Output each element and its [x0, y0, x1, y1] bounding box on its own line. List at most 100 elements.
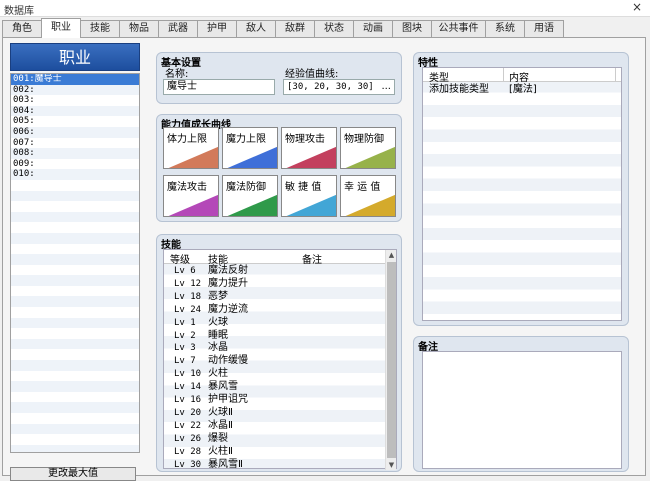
class-list-item[interactable]: 002: [11, 84, 139, 96]
skill-name: 爆裂 [208, 432, 228, 444]
class-list-item[interactable]: 008: [11, 148, 139, 159]
class-list-item[interactable] [11, 265, 139, 276]
scroll-up-icon[interactable]: ▲ [386, 250, 397, 260]
tab-2[interactable]: 技能 [80, 20, 120, 38]
tab-12[interactable]: 系统 [485, 20, 525, 38]
class-list-item[interactable] [11, 201, 139, 212]
class-list-item[interactable] [11, 307, 139, 318]
note-textarea[interactable] [422, 351, 622, 469]
class-list-item[interactable]: 006: [11, 126, 139, 138]
class-list-item[interactable] [11, 190, 139, 202]
skills-scrollbar[interactable]: ▲ ▼ [385, 250, 396, 470]
skill-row[interactable]: Lv 30 暴风雪Ⅱ [164, 459, 384, 471]
exp-curve-field[interactable]: [30, 20, 30, 30] ... [283, 79, 395, 95]
class-list-item[interactable]: 001:魔导士 [11, 74, 139, 85]
class-list-item[interactable] [11, 275, 139, 286]
class-list-item[interactable] [11, 286, 139, 297]
title-bar: 数据库 × [0, 0, 650, 17]
class-list-item[interactable] [11, 328, 139, 339]
traits-table[interactable]: 类型 内容 添加技能类型 [魔法] [422, 67, 622, 321]
growth-curve-button[interactable]: 物理防御 [340, 127, 396, 169]
class-list-item[interactable] [11, 413, 139, 424]
class-list-item[interactable]: 009: [11, 159, 139, 170]
scroll-down-icon[interactable]: ▼ [386, 460, 397, 470]
tab-10[interactable]: 图块 [392, 20, 432, 38]
class-list-item[interactable] [11, 211, 139, 223]
class-list-item[interactable] [11, 244, 139, 255]
class-list-item[interactable] [11, 371, 139, 382]
growth-curve-button[interactable]: 魔法攻击 [163, 175, 219, 217]
basic-settings-panel: 基本设置 名称: 魔导士 经验值曲线: [30, 20, 30, 30] ... [156, 52, 402, 104]
skill-row[interactable]: Lv 12 魔力提升 [164, 278, 384, 290]
tab-3[interactable]: 物品 [119, 20, 159, 38]
class-list-item[interactable] [11, 349, 139, 360]
tab-13[interactable]: 用语 [524, 20, 564, 38]
skill-row[interactable]: Lv 2 睡眠 [164, 330, 384, 342]
tab-6[interactable]: 敌人 [236, 20, 276, 38]
skill-row[interactable]: Lv 22 冰晶Ⅱ [164, 420, 384, 432]
class-list-item[interactable] [11, 381, 139, 392]
class-list-item[interactable]: 007: [11, 138, 139, 149]
skill-level: Lv 24 [174, 304, 202, 315]
exp-curve-value: [30, 20, 30, 30] [287, 82, 374, 92]
col-divider [615, 68, 616, 82]
skill-row[interactable]: Lv 26 爆裂 [164, 433, 384, 445]
skill-row[interactable]: Lv 6 魔法反射 [164, 265, 384, 277]
skills-table-header: 等级 技能 备注 [164, 250, 396, 266]
change-max-button[interactable]: 更改最大值 [10, 467, 136, 481]
skill-name: 暴风雪Ⅱ [208, 458, 243, 470]
class-list-item[interactable] [11, 392, 139, 403]
growth-curve-button[interactable]: 魔法防御 [222, 175, 278, 217]
tab-11[interactable]: 公共事件 [431, 20, 486, 38]
class-list-item[interactable] [11, 254, 139, 265]
class-list-item[interactable] [11, 296, 139, 308]
class-list-item[interactable] [11, 180, 139, 191]
growth-curve-button[interactable]: 体力上限 [163, 127, 219, 169]
skill-level: Lv 16 [174, 395, 202, 405]
tab-1[interactable]: 职业 [41, 18, 81, 38]
skill-row[interactable]: Lv 7 动作缓慢 [164, 355, 384, 367]
class-list[interactable]: 001:魔导士 002: 003: 004: 005: 006: 007: 008: 009: 0… [10, 73, 140, 453]
class-list-item[interactable] [11, 222, 139, 233]
exp-curve-button[interactable]: ... [381, 80, 391, 94]
tab-0[interactable]: 角色 [2, 20, 42, 38]
tab-5[interactable]: 护甲 [197, 20, 237, 38]
col-skill: 技能 [208, 255, 228, 266]
tab-7[interactable]: 敌群 [275, 20, 315, 38]
class-list-item[interactable] [11, 434, 139, 445]
class-list-item[interactable] [11, 232, 139, 244]
name-field[interactable]: 魔导士 [163, 79, 275, 95]
skill-row[interactable]: Lv 1 火球 [164, 317, 384, 329]
class-list-item[interactable] [11, 423, 139, 435]
growth-curve-button[interactable]: 魔力上限 [222, 127, 278, 169]
growth-curve-button[interactable]: 幸 运 值 [340, 175, 396, 217]
skill-row[interactable]: Lv 18 恶梦 [164, 291, 384, 303]
class-list-item[interactable] [11, 444, 139, 452]
scroll-thumb[interactable] [387, 262, 396, 458]
skill-row[interactable]: Lv 14 暴风雪 [164, 381, 384, 393]
skill-row[interactable]: Lv 3 冰晶 [164, 342, 384, 354]
skill-level: Lv 10 [174, 369, 202, 380]
close-icon[interactable]: × [632, 0, 642, 14]
skill-row[interactable]: Lv 20 火球Ⅱ [164, 407, 384, 419]
growth-curve-button[interactable]: 敏 捷 值 [281, 175, 337, 217]
class-list-item[interactable]: 003: [11, 95, 139, 106]
skill-row[interactable]: Lv 28 火柱Ⅱ [164, 446, 384, 458]
skill-row[interactable]: Lv 10 火柱 [164, 368, 384, 380]
class-list-item[interactable] [11, 360, 139, 371]
class-list-item[interactable]: 004: [11, 105, 139, 117]
tab-9[interactable]: 动画 [353, 20, 393, 38]
tab-4[interactable]: 武器 [158, 20, 198, 38]
class-list-item[interactable] [11, 317, 139, 329]
class-list-item[interactable]: 010: [11, 169, 139, 180]
col-divider [503, 68, 504, 82]
skill-row[interactable]: Lv 24 魔力逆流 [164, 304, 384, 316]
class-list-item[interactable] [11, 338, 139, 350]
skills-table[interactable]: 等级 技能 备注 ▲ ▼ Lv 6 魔法反射 Lv 12 魔力提升 Lv 18 恶梦 Lv … [163, 249, 397, 471]
trait-row[interactable]: 添加技能类型 [魔法] [423, 84, 621, 96]
class-list-item[interactable] [11, 402, 139, 413]
growth-curve-button[interactable]: 物理攻击 [281, 127, 337, 169]
skill-row[interactable]: Lv 16 护甲诅咒 [164, 394, 384, 406]
tab-8[interactable]: 状态 [314, 20, 354, 38]
class-list-item[interactable]: 005: [11, 116, 139, 127]
